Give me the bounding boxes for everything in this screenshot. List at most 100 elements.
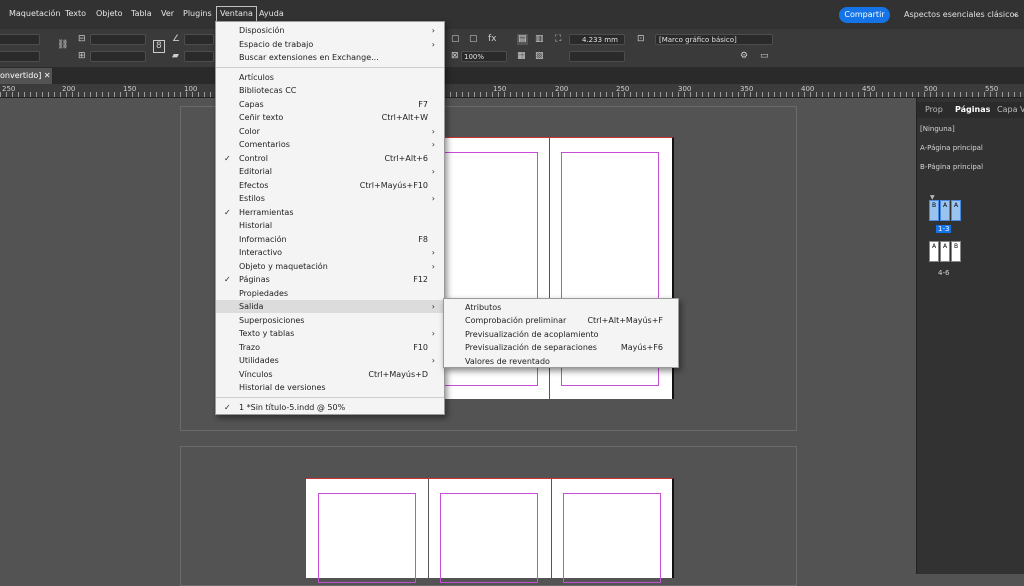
submenu-item-atributos[interactable]: Atributos [444, 301, 678, 314]
tab-pages[interactable]: Páginas [955, 105, 990, 114]
menu-plugins[interactable]: Plugins [183, 6, 212, 22]
margin-guide [563, 493, 661, 583]
y-position-field[interactable] [0, 51, 40, 62]
menu-item-propiedades[interactable]: Propiedades [216, 287, 444, 300]
tab-layers[interactable]: Capa [997, 105, 1017, 114]
menu-item-interactivo[interactable]: Interactivo › [216, 246, 444, 259]
chevron-right-icon: › [431, 356, 435, 365]
tab-properties[interactable]: Prop [925, 105, 943, 114]
menu-item-texto-tablas[interactable]: Texto y tablas › [216, 327, 444, 340]
opacity-icon: ⊠ [451, 51, 459, 61]
stroke-type-field[interactable] [569, 51, 625, 62]
settings-icon[interactable]: ⚙ [740, 51, 748, 62]
menu-maquetacion[interactable]: Maquetación [9, 6, 61, 22]
frame-options-icon[interactable]: ▭ [760, 51, 769, 62]
spread-2[interactable] [306, 478, 674, 583]
menu-tabla[interactable]: Tabla [131, 6, 152, 22]
checkmark-icon: ✓ [224, 208, 231, 217]
submenu-item-comprobacion-preliminar[interactable]: Comprobación preliminar Ctrl+Alt+Mayús+F [444, 314, 678, 327]
tab-more[interactable]: V [1020, 105, 1024, 114]
page-thumb-6[interactable]: B [951, 241, 961, 262]
menu-item-salida[interactable]: Salida › [216, 300, 444, 313]
page-thumb-1[interactable]: B [929, 200, 939, 221]
menu-item-label: 1 *Sin título-5.indd @ 50% [239, 403, 346, 412]
menu-item-control[interactable]: ✓ Control Ctrl+Alt+6 [216, 152, 444, 165]
menu-item-trazo[interactable]: Trazo F10 [216, 341, 444, 354]
workspace-switcher[interactable]: Aspectos esenciales clásicos [904, 10, 1019, 19]
x-position-field[interactable] [0, 34, 40, 45]
margin-guide [440, 493, 538, 583]
height-field[interactable] [90, 51, 146, 62]
menu-item-superposiciones[interactable]: Superposiciones [216, 314, 444, 327]
menu-item-label: Previsualización de acoplamiento [465, 330, 599, 339]
pages-panel: Prop Páginas Capa V [Ninguna] A-Página p… [916, 98, 1024, 574]
stroke-weight-value: 4.233 mm [582, 36, 618, 44]
menu-item-utilidades[interactable]: Utilidades › [216, 354, 444, 367]
align-left-icon[interactable]: ▤ [517, 34, 528, 45]
page-thumb-4[interactable]: A [929, 241, 939, 262]
submenu-item-valores-reventado[interactable]: Valores de reventado [444, 355, 678, 368]
menu-item-herramientas[interactable]: ✓ Herramientas [216, 206, 444, 219]
menu-item-disposicion[interactable]: Disposición › [216, 24, 444, 37]
menu-item-comentarios[interactable]: Comentarios › [216, 138, 444, 151]
chevron-right-icon: › [431, 40, 435, 49]
page-thumb-3[interactable]: A [951, 200, 961, 221]
menu-item-historial-versiones[interactable]: Historial de versiones [216, 381, 444, 394]
frame-fit-icon[interactable]: ▢ [469, 34, 478, 45]
menu-item-label: Ceñir texto [239, 113, 284, 122]
submenu-item-previsualizacion-acoplamiento[interactable]: Previsualización de acoplamiento [444, 328, 678, 341]
chevron-down-icon[interactable]: ⌄ [1012, 9, 1019, 18]
menu-item-label: Comentarios [239, 140, 290, 149]
menu-ayuda[interactable]: Ayuda [259, 6, 284, 22]
menu-item-label: Previsualización de separaciones [465, 343, 597, 352]
page-thumb-5[interactable]: A [940, 241, 950, 262]
menu-item-informacion[interactable]: Información F8 [216, 233, 444, 246]
stroke-weight-field[interactable]: 4.233 mm [569, 34, 625, 45]
object-style-select[interactable]: [Marco gráfico básico] [655, 34, 773, 45]
menu-texto[interactable]: Texto [65, 6, 86, 22]
menu-item-paginas[interactable]: ✓ Páginas F12 [216, 273, 444, 286]
page-divider [551, 479, 552, 578]
master-none[interactable]: [Ninguna] [920, 125, 955, 133]
opacity-field[interactable]: 100% [461, 51, 507, 62]
menu-ver[interactable]: Ver [161, 6, 174, 22]
checkmark-icon: ✓ [224, 154, 231, 163]
rotation-field[interactable] [184, 34, 214, 45]
menu-item-color[interactable]: Color › [216, 125, 444, 138]
constrain-proportions-icon[interactable]: ⛓ [57, 40, 68, 51]
menu-item-bibliotecas-cc[interactable]: Bibliotecas CC [216, 84, 444, 97]
menu-item-historial[interactable]: Historial [216, 219, 444, 232]
menu-item-label: Comprobación preliminar [465, 316, 567, 325]
wrap-icon[interactable]: ▦ [517, 51, 526, 62]
wrap-alt-icon[interactable]: ▧ [535, 51, 544, 62]
menu-item-articulos[interactable]: Artículos [216, 71, 444, 84]
align-center-icon[interactable]: ▥ [535, 34, 544, 45]
menu-objeto[interactable]: Objeto [96, 6, 123, 22]
fx-icon[interactable]: fx [488, 34, 497, 45]
shear-field[interactable] [184, 51, 214, 62]
menu-ventana[interactable]: Ventana [216, 6, 257, 22]
master-a[interactable]: A-Página principal [920, 144, 983, 152]
menu-item-label: Bibliotecas CC [239, 86, 297, 95]
menu-item-vinculos[interactable]: Vínculos Ctrl+Mayús+D [216, 368, 444, 381]
menu-item-objeto-maquetacion[interactable]: Objeto y maquetación › [216, 260, 444, 273]
menu-item-label: Disposición [239, 26, 285, 35]
menu-item-espacio-trabajo[interactable]: Espacio de trabajo › [216, 38, 444, 51]
menu-item-efectos[interactable]: Efectos Ctrl+Mayús+F10 [216, 179, 444, 192]
link-icon[interactable]: 8 [153, 40, 165, 53]
menu-item-editorial[interactable]: Editorial › [216, 165, 444, 178]
menu-item-buscar-extensiones[interactable]: Buscar extensiones en Exchange... [216, 51, 444, 64]
menu-item-estilos[interactable]: Estilos › [216, 192, 444, 205]
page-thumb-2[interactable]: A [940, 200, 950, 221]
submenu-item-previsualizacion-separaciones[interactable]: Previsualización de separaciones Mayús+F6 [444, 341, 678, 354]
menu-item-cenir-texto[interactable]: Ceñir texto Ctrl+Alt+W [216, 111, 444, 124]
share-button[interactable]: Compartir [839, 7, 890, 23]
document-tab[interactable]: onvertido] ✕ [0, 68, 52, 84]
menu-item-open-document[interactable]: ✓ 1 *Sin título-5.indd @ 50% [216, 401, 444, 414]
ventana-dropdown-menu: Disposición › Espacio de trabajo › Buscar … [215, 21, 445, 415]
menu-item-capas[interactable]: Capas F7 [216, 98, 444, 111]
master-b[interactable]: B-Página principal [920, 163, 983, 171]
menu-item-shortcut: F7 [418, 100, 428, 109]
width-field[interactable] [90, 34, 146, 45]
frame-icon[interactable]: ▢ [451, 34, 460, 45]
